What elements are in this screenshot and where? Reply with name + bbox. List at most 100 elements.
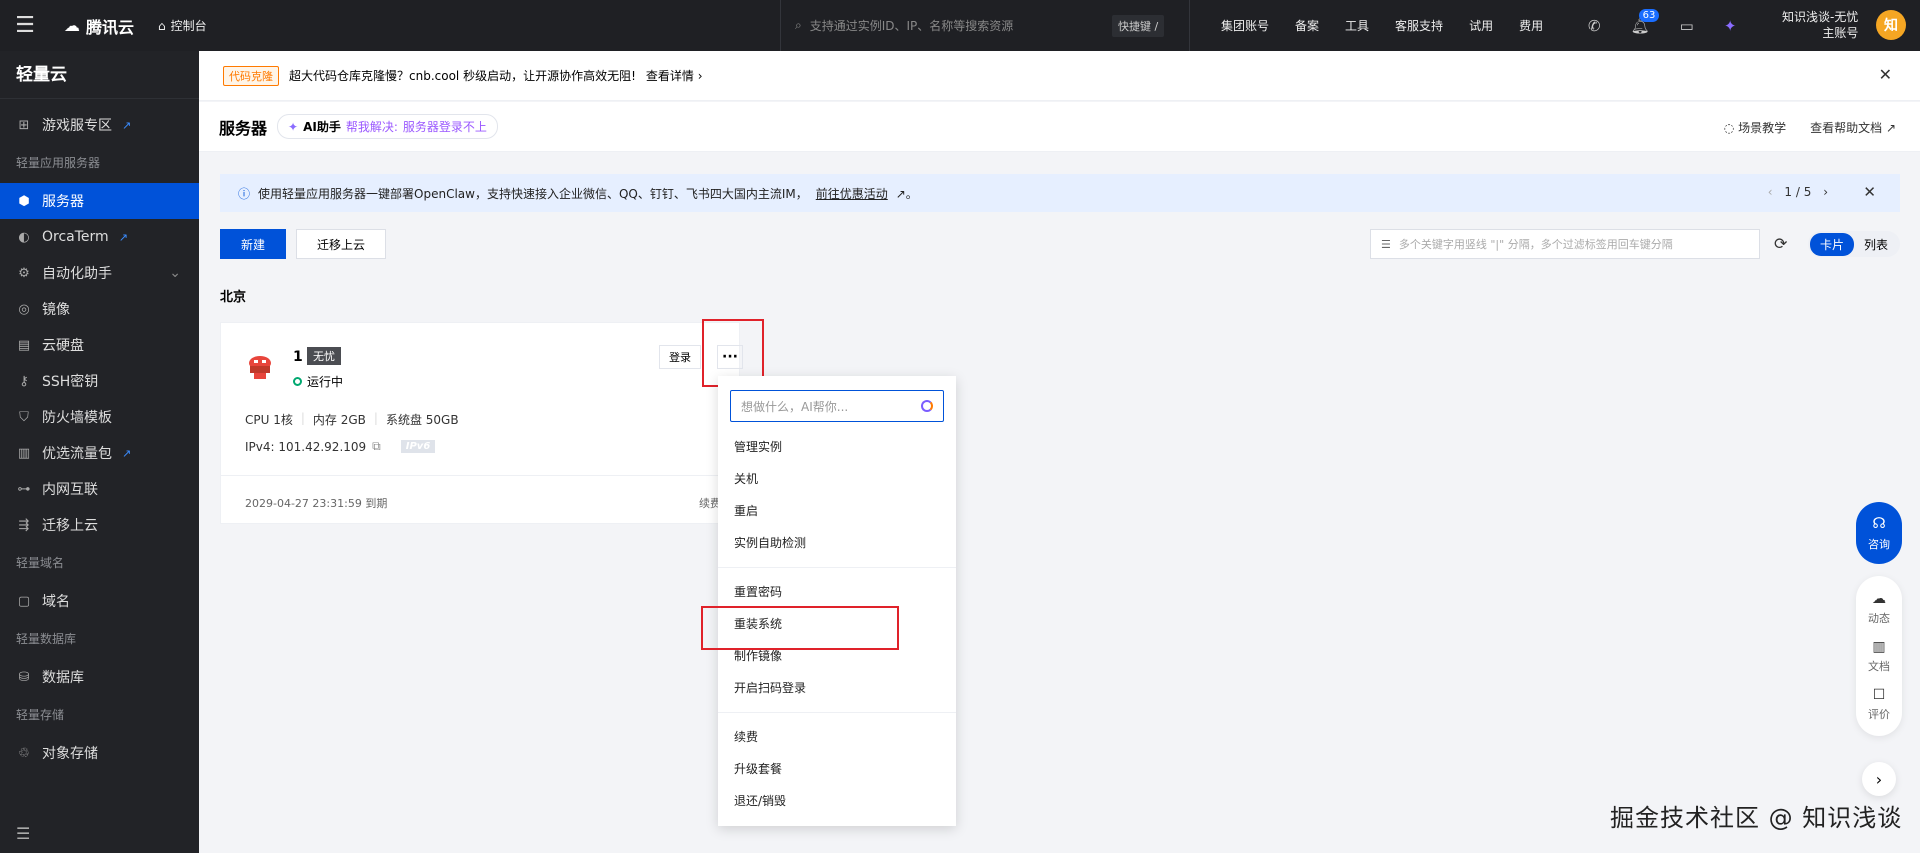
customer-service-icon[interactable]: ✆ bbox=[1588, 17, 1601, 35]
menu-item-restart[interactable]: 重启 bbox=[734, 502, 758, 519]
link-group-account[interactable]: 集团账号 bbox=[1221, 17, 1269, 34]
refresh-icon[interactable]: ⟳ bbox=[1774, 234, 1787, 253]
doc-button[interactable]: ▥ 文档 bbox=[1868, 639, 1890, 674]
instance-avatar-icon bbox=[249, 356, 271, 379]
ai-assistant-icon bbox=[921, 400, 933, 412]
highlight-box-reinstall bbox=[701, 606, 899, 650]
link-tools[interactable]: 工具 bbox=[1345, 17, 1369, 34]
sidebar-item-migrate[interactable]: ⇶ 迁移上云 bbox=[0, 507, 199, 543]
console-link[interactable]: ⌂ 控制台 bbox=[158, 17, 207, 34]
menu-item-manage[interactable]: 管理实例 bbox=[734, 438, 782, 455]
sidebar-group-database: 轻量数据库 bbox=[16, 632, 77, 646]
link-trial[interactable]: 试用 bbox=[1469, 17, 1493, 34]
sidebar-group-domain: 轻量域名 bbox=[16, 556, 65, 570]
instance-name[interactable]: 1 bbox=[293, 349, 303, 365]
dynamic-label: 动态 bbox=[1868, 611, 1890, 625]
traffic-chart-icon: ▥ bbox=[17, 445, 31, 461]
sidebar-item-label: 游戏服专区 bbox=[42, 118, 112, 134]
help-doc-link[interactable]: 查看帮助文档 ↗ bbox=[1810, 119, 1896, 136]
filter-placeholder: 多个关键字用竖线 "|" 分隔，多个过滤标签用回车键分隔 bbox=[1398, 238, 1673, 251]
help-doc-label: 查看帮助文档 bbox=[1810, 121, 1883, 135]
doc-label: 文档 bbox=[1868, 659, 1890, 673]
sidebar-item-label: 镜像 bbox=[42, 302, 70, 318]
eye-off-icon: ◌ bbox=[1723, 121, 1735, 135]
migrate-button[interactable]: 迁移上云 bbox=[296, 229, 386, 259]
cloud-logo-icon: ☁ bbox=[64, 16, 80, 35]
menu-item-renew[interactable]: 续费 bbox=[734, 728, 758, 745]
sidebar-item-automation[interactable]: ⚙ 自动化助手 ⌄ bbox=[0, 255, 199, 291]
disk-icon: ▤ bbox=[17, 337, 31, 353]
billing-card-icon[interactable]: ▭ bbox=[1680, 17, 1694, 35]
ai-assistant-pill[interactable]: ✦ AI助手 帮我解决: 服务器登录不上 bbox=[277, 114, 498, 139]
spec-divider: | bbox=[300, 411, 305, 425]
sidebar-item-image[interactable]: ◎ 镜像 bbox=[0, 291, 199, 327]
login-button[interactable]: 登录 bbox=[659, 345, 701, 369]
chevron-right-icon[interactable]: › bbox=[1862, 762, 1896, 796]
card-divider bbox=[221, 475, 739, 476]
promo-link[interactable]: 查看详情 › bbox=[646, 67, 703, 84]
sidebar-title: 轻量云 bbox=[0, 51, 199, 99]
sidebar-item-game-server[interactable]: ⊞ 游戏服专区 ↗ bbox=[0, 107, 199, 143]
promo-text: 超大代码仓库克隆慢？cnb.cool 秒级启动，让开源协作高效无阻! bbox=[289, 69, 636, 83]
sidebar-item-object-storage[interactable]: ♲ 对象存储 bbox=[0, 735, 199, 771]
brand-logo[interactable]: ☁ 腾讯云 bbox=[64, 14, 134, 38]
spec-cpu: CPU 1核 bbox=[245, 413, 293, 427]
menu-item-qr-login[interactable]: 开启扫码登录 bbox=[734, 679, 806, 696]
notification-badge: 63 bbox=[1638, 8, 1660, 22]
link-billing[interactable]: 费用 bbox=[1519, 17, 1543, 34]
promo-tag: 代码克隆 bbox=[223, 65, 279, 86]
sidebar-item-cloud-disk[interactable]: ▤ 云硬盘 bbox=[0, 327, 199, 363]
collapse-sidebar-icon[interactable]: ☰ bbox=[16, 824, 30, 843]
view-card-button[interactable]: 卡片 bbox=[1810, 232, 1855, 256]
sidebar-item-database[interactable]: ⛁ 数据库 bbox=[0, 659, 199, 695]
page-title: 服务器 bbox=[219, 118, 268, 138]
spec-divider: | bbox=[373, 411, 378, 425]
ai-command-input[interactable]: 想做什么，AI帮你... bbox=[730, 390, 944, 422]
storage-icon: ♲ bbox=[18, 745, 30, 761]
new-button[interactable]: 新建 bbox=[220, 229, 286, 259]
chevron-left-icon[interactable]: ‹ bbox=[1768, 185, 1773, 199]
search-placeholder: 支持通过实例ID、IP、名称等搜索资源 bbox=[809, 19, 1014, 33]
scene-tutorial-link[interactable]: ◌ 场景教学 bbox=[1724, 119, 1786, 136]
sidebar-item-ssh-key[interactable]: ⚷ SSH密钥 bbox=[0, 363, 199, 399]
view-list-button[interactable]: 列表 bbox=[1854, 233, 1898, 256]
close-icon[interactable]: ✕ bbox=[1879, 65, 1892, 84]
close-icon[interactable]: ✕ bbox=[1863, 183, 1876, 201]
sidebar-group-lighthouse: 轻量应用服务器 bbox=[16, 156, 101, 170]
instance-card[interactable]: 1 无忧 运行中 登录 ··· CPU 1核 | 内存 2GB | 系统盘 50GB… bbox=[220, 322, 743, 524]
consult-button[interactable]: ☊ 咨询 bbox=[1856, 502, 1902, 564]
ai-assistant-icon[interactable]: ✦ bbox=[1724, 17, 1737, 35]
menu-item-shutdown[interactable]: 关机 bbox=[734, 470, 758, 487]
sidebar-item-orcaterm[interactable]: ◐ OrcaTerm ↗ bbox=[0, 219, 199, 255]
menu-item-destroy[interactable]: 退还/销毁 bbox=[734, 792, 786, 809]
hamburger-menu-icon[interactable]: ☰ bbox=[0, 0, 50, 51]
copy-icon[interactable]: ⧉ bbox=[372, 439, 381, 454]
ai-hint-prefix: 帮我解决: bbox=[345, 120, 398, 134]
menu-item-upgrade[interactable]: 升级套餐 bbox=[734, 760, 782, 777]
avatar[interactable]: 知 bbox=[1876, 10, 1906, 40]
external-link-icon: ↗ bbox=[122, 118, 132, 132]
sidebar-item-domain[interactable]: ▢ 域名 bbox=[0, 583, 199, 619]
promo-activity-link[interactable]: 前往优惠活动 bbox=[816, 185, 888, 202]
external-link-icon: ↗。 bbox=[895, 186, 918, 201]
database-icon: ⛁ bbox=[18, 669, 30, 685]
sidebar-item-server[interactable]: ⬢ 服务器 bbox=[0, 183, 199, 219]
chevron-right-icon[interactable]: › bbox=[1823, 185, 1828, 199]
link-support[interactable]: 客服支持 bbox=[1395, 17, 1443, 34]
dynamic-button[interactable]: ☁ 动态 bbox=[1868, 591, 1890, 626]
scene-tutorial-label: 场景教学 bbox=[1738, 121, 1787, 135]
gamepad-icon: ⊞ bbox=[18, 117, 30, 133]
top-icons: ✆ 🔔︎ 63 ▭ ✦ bbox=[1588, 0, 1736, 51]
menu-item-reset-password[interactable]: 重置密码 bbox=[734, 583, 782, 600]
shield-icon: ⛉ bbox=[19, 409, 29, 425]
sidebar-item-firewall[interactable]: ⛉ 防火墙模板 bbox=[0, 399, 199, 435]
notification-bell-icon[interactable]: 🔔︎ 63 bbox=[1631, 8, 1660, 35]
user-info[interactable]: 知识浅谈-无忧 主账号 bbox=[1782, 9, 1858, 41]
sidebar-item-traffic[interactable]: ▥ 优选流量包 ↗ bbox=[0, 435, 199, 471]
link-filing[interactable]: 备案 bbox=[1295, 17, 1319, 34]
filter-input[interactable]: ☰ 多个关键字用竖线 "|" 分隔，多个过滤标签用回车键分隔 bbox=[1370, 229, 1760, 259]
sidebar-item-intranet[interactable]: ⊶ 内网互联 bbox=[0, 471, 199, 507]
review-button[interactable]: ☐ 评价 bbox=[1868, 687, 1890, 722]
page-header: 服务器 ✦ AI助手 帮我解决: 服务器登录不上 ◌ 场景教学 查看帮助文档 ↗ bbox=[199, 102, 1920, 152]
menu-item-self-check[interactable]: 实例自助检测 bbox=[734, 534, 806, 551]
